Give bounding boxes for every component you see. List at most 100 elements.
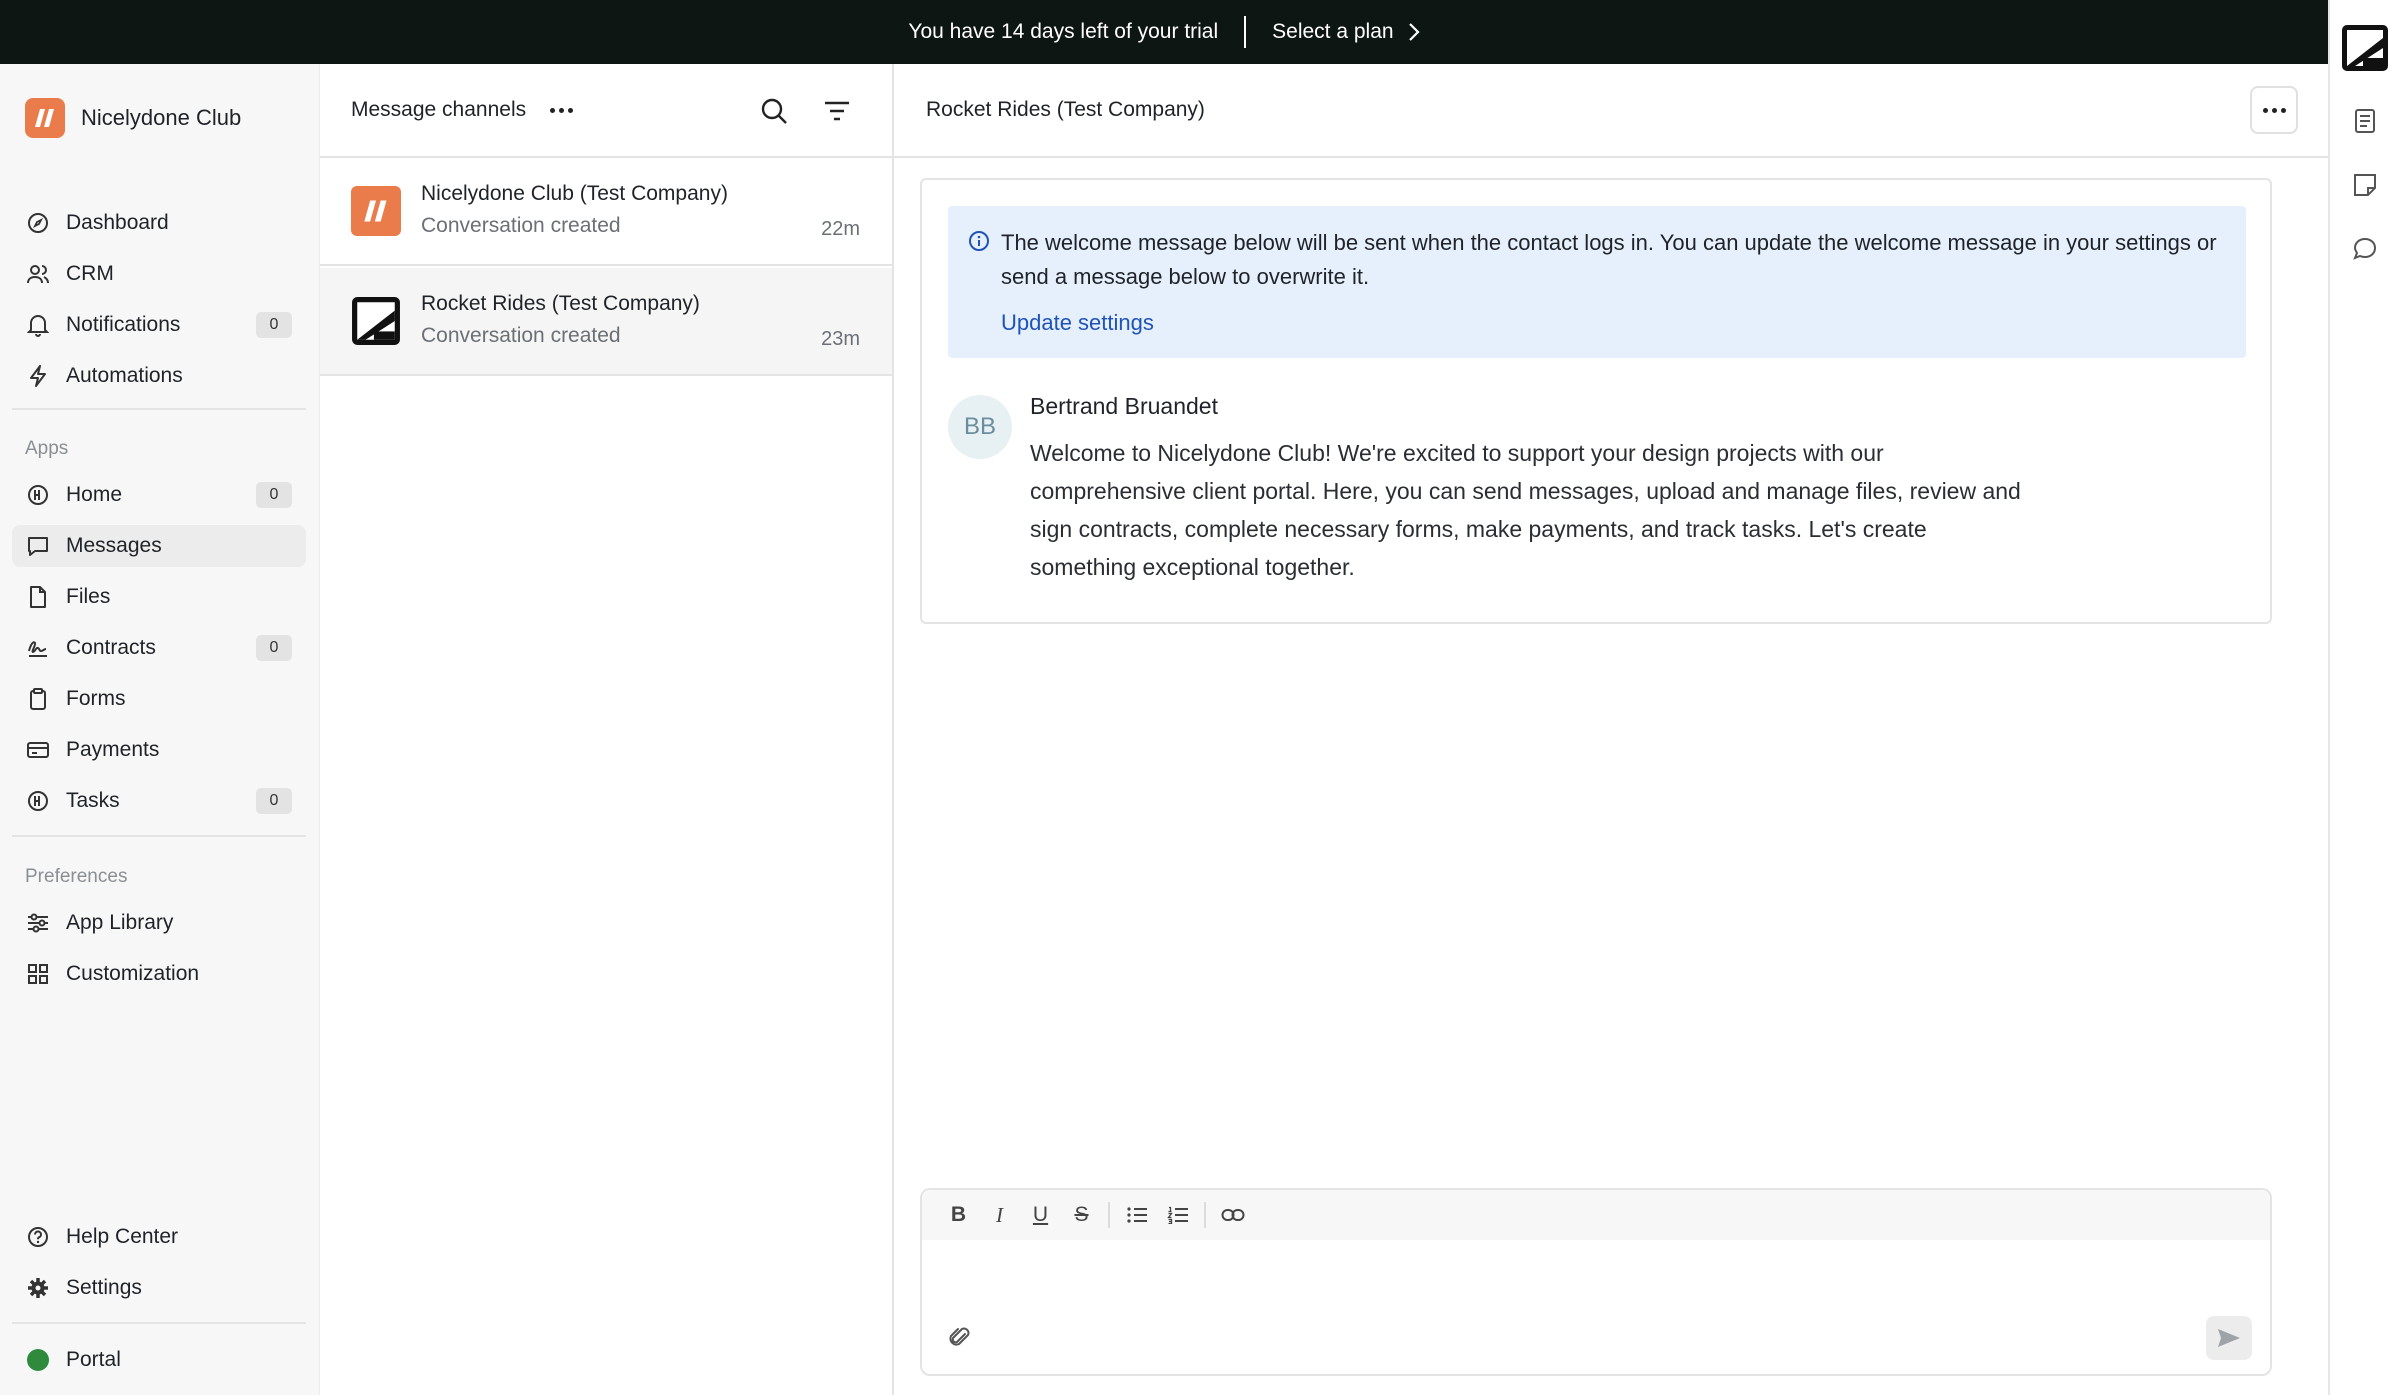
bold-icon[interactable]: B: [938, 1197, 979, 1233]
sidebar-item-portal[interactable]: Portal: [12, 1339, 306, 1381]
sidebar-item-label: CRM: [66, 262, 114, 285]
sidebar-divider: [12, 408, 306, 410]
sidebar-item-payments[interactable]: Payments: [12, 729, 306, 771]
trial-text: You have 14 days left of your trial: [908, 20, 1219, 43]
sidebar-divider: [12, 1322, 306, 1324]
gear-icon: [26, 1276, 50, 1300]
sidebar-item-customization[interactable]: Customization: [12, 953, 306, 995]
bolt-icon: [26, 364, 50, 388]
sidebar-item-settings[interactable]: Settings: [12, 1267, 306, 1309]
clipboard-icon: [26, 687, 50, 711]
channels-header: Message channels: [320, 64, 892, 158]
paperclip-icon[interactable]: [944, 1322, 976, 1354]
update-settings-link[interactable]: Update settings: [1001, 310, 1154, 336]
sidebar-item-help-center[interactable]: Help Center: [12, 1216, 306, 1258]
sidebar-item-label: Tasks: [66, 789, 120, 812]
sidebar-item-label: Dashboard: [66, 211, 169, 234]
underline-icon[interactable]: U: [1020, 1197, 1061, 1233]
sidebar-item-label: Automations: [66, 364, 183, 387]
sidebar-item-forms[interactable]: Forms: [12, 678, 306, 720]
rocket-rides-logo[interactable]: [2341, 24, 2389, 72]
sidebar-item-label: Payments: [66, 738, 160, 761]
message-composer: B I U S: [920, 1188, 2272, 1376]
conversation-more-button[interactable]: [2250, 86, 2298, 134]
sidebar-item-label: App Library: [66, 911, 174, 934]
formatting-toolbar: B I U S: [922, 1190, 2270, 1240]
search-icon[interactable]: [758, 95, 790, 127]
send-button[interactable]: [2206, 1316, 2252, 1360]
sidebar-item-crm[interactable]: CRM: [12, 253, 306, 295]
home-count-badge: 0: [256, 482, 292, 508]
conversation-name: Nicelydone Club (Test Company): [421, 182, 728, 205]
info-banner: The welcome message below will be sent w…: [948, 206, 2246, 358]
link-icon[interactable]: [1212, 1197, 1253, 1233]
sidebar-item-label: Portal: [66, 1348, 121, 1371]
sidebar-item-label: Notifications: [66, 313, 181, 336]
bullet-list-icon[interactable]: [1116, 1197, 1157, 1233]
conversation-title: Rocket Rides (Test Company): [926, 98, 1205, 121]
sidebar-item-label: Help Center: [66, 1225, 179, 1248]
trial-banner: You have 14 days left of your trial Sele…: [0, 0, 2328, 64]
info-icon: [968, 230, 990, 252]
conversation-status: Conversation created: [421, 214, 621, 237]
sidebar-item-dashboard[interactable]: Dashboard: [12, 202, 306, 244]
sidebar-item-files[interactable]: Files: [12, 576, 306, 618]
sticky-note-icon[interactable]: [2350, 170, 2380, 200]
sidebar-item-label: Settings: [66, 1276, 142, 1299]
workspace-name: Nicelydone Club: [81, 105, 242, 130]
help-icon: [26, 1225, 50, 1249]
chevron-right-icon: [1408, 22, 1420, 42]
message-input[interactable]: [938, 1250, 2238, 1310]
sidebar-divider: [12, 835, 306, 837]
grid-icon: [26, 962, 50, 986]
conversation-header: Rocket Rides (Test Company): [894, 64, 2328, 158]
sidebar-item-home[interactable]: Home 0: [12, 474, 306, 516]
sliders-icon: [26, 911, 50, 935]
sidebar: Nicelydone Club Dashboard CRM Notificati…: [0, 64, 320, 1395]
sidebar-item-label: Messages: [66, 534, 162, 557]
conversation-item[interactable]: Rocket Rides (Test Company) Conversation…: [320, 268, 892, 376]
sidebar-item-automations[interactable]: Automations: [12, 355, 306, 397]
italic-icon[interactable]: I: [979, 1197, 1020, 1233]
channels-more-icon[interactable]: [550, 107, 574, 113]
numbered-list-icon[interactable]: [1157, 1197, 1198, 1233]
select-plan-label: Select a plan: [1272, 20, 1394, 43]
message-channels-panel: Message channels Nicelydone Club (Test C…: [320, 64, 894, 1395]
signature-icon: [26, 636, 50, 660]
sidebar-item-label: Home: [66, 483, 123, 506]
message-author: Bertrand Bruandet: [1030, 393, 1218, 419]
message-icon: [26, 534, 50, 558]
sidebar-item-tasks[interactable]: Tasks 0: [12, 780, 306, 822]
conversation-status: Conversation created: [421, 324, 621, 347]
file-icon: [26, 585, 50, 609]
workspace-switcher[interactable]: Nicelydone Club: [25, 98, 241, 138]
message-body: Welcome to Nicelydone Club! We're excite…: [1030, 440, 2021, 580]
chat-bubble-icon[interactable]: [2350, 234, 2380, 264]
tasks-icon: [26, 789, 50, 813]
sidebar-item-messages[interactable]: Messages: [12, 525, 306, 567]
sidebar-item-contracts[interactable]: Contracts 0: [12, 627, 306, 669]
select-plan-link[interactable]: Select a plan: [1272, 20, 1420, 44]
contracts-count-badge: 0: [256, 635, 292, 661]
tasks-count-badge: 0: [256, 788, 292, 814]
conversation-time: 22m: [821, 218, 860, 240]
conversation-pane: Rocket Rides (Test Company) The welcome …: [894, 64, 2328, 1395]
strikethrough-icon[interactable]: S: [1061, 1197, 1102, 1233]
conversation-item[interactable]: Nicelydone Club (Test Company) Conversat…: [320, 158, 892, 266]
conversation-name: Rocket Rides (Test Company): [421, 292, 700, 315]
filter-icon[interactable]: [821, 95, 853, 127]
sidebar-item-notifications[interactable]: Notifications 0: [12, 304, 306, 346]
document-icon[interactable]: [2350, 106, 2380, 136]
sidebar-item-label: Files: [66, 585, 111, 608]
portal-status-icon: [26, 1348, 50, 1372]
sidebar-item-app-library[interactable]: App Library: [12, 902, 306, 944]
banner-divider: [1244, 16, 1247, 48]
home-icon: [26, 483, 50, 507]
bell-icon: [26, 313, 50, 337]
sidebar-item-label: Customization: [66, 962, 200, 985]
conversation-time: 23m: [821, 328, 860, 350]
channels-title: Message channels: [351, 98, 527, 121]
avatar: BB: [948, 395, 1012, 459]
sidebar-item-label: Contracts: [66, 636, 156, 659]
preferences-section-label: Preferences: [25, 866, 128, 887]
